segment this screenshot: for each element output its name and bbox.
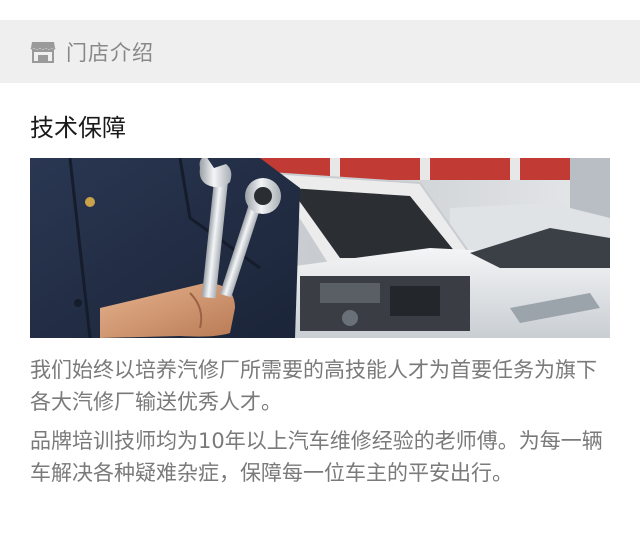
tech-guarantee-section: 技术保障 我们始终以培养汽修厂所需要的高技能人才为首要任务为旗下各大汽修厂输送优… xyxy=(0,111,640,489)
store-intro-header: 门店介绍 xyxy=(0,20,640,83)
intro-paragraph-2: 品牌培训技师均为10年以上汽车维修经验的老师傅。为每一辆车解决各种疑难杂症，保障… xyxy=(30,429,603,485)
mechanic-wrench-photo xyxy=(30,158,610,338)
subsection-title: 技术保障 xyxy=(30,114,126,142)
store-icon xyxy=(30,40,56,64)
intro-paragraph-1: 我们始终以培养汽修厂所需要的高技能人才为首要任务为旗下各大汽修厂输送优秀人才。 xyxy=(30,358,597,414)
section-title: 门店介绍 xyxy=(66,40,154,65)
top-spacer xyxy=(0,0,640,20)
